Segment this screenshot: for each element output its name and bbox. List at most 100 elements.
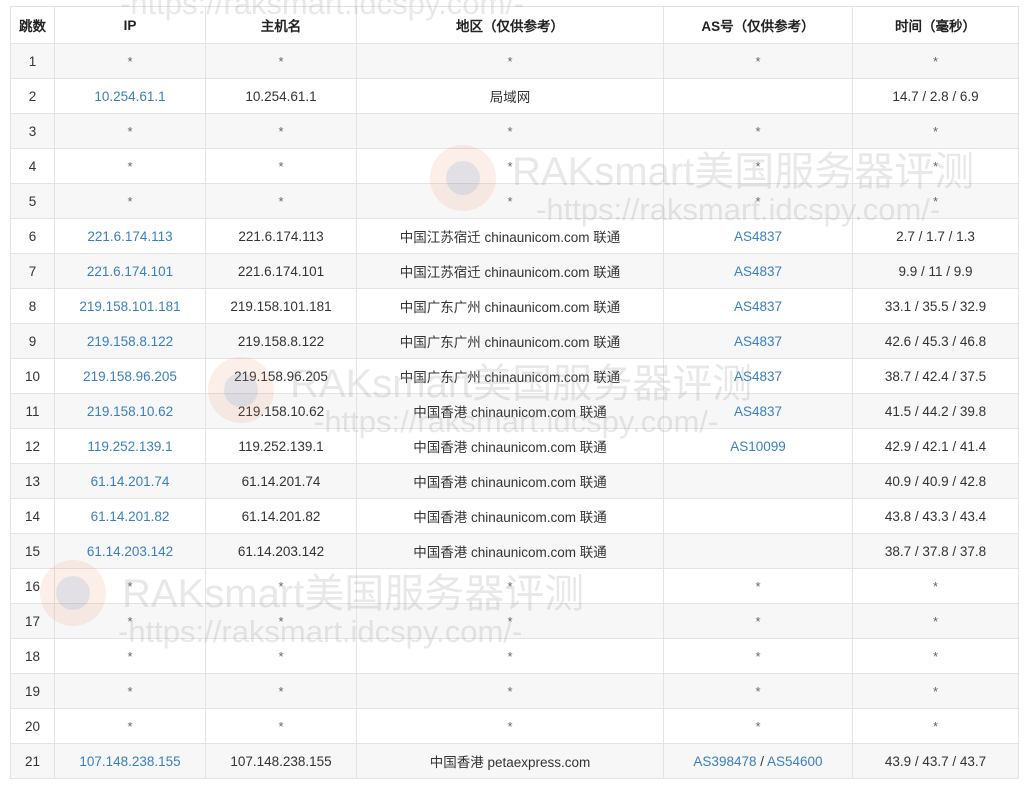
cell-time: * (852, 708, 1019, 744)
cell-as-value[interactable]: AS4837 (734, 334, 782, 349)
cell-as-value[interactable]: AS4837 (734, 264, 782, 279)
cell-as[interactable]: AS4837 (663, 218, 853, 254)
table-row: 6 221.6.174.113 221.6.174.113 中国江苏宿迁 chinau… (10, 218, 1019, 254)
cell-ip[interactable]: 219.158.96.205 (54, 358, 206, 394)
cell-as-value[interactable]: AS4837 (734, 229, 782, 244)
cell-region-value: 中国江苏宿迁 chinaunicom.com 联通 (399, 230, 621, 245)
table-row: 14 61.14.201.82 61.14.201.82 中国香港 chinaunic… (10, 498, 1019, 534)
cell-ip[interactable]: 221.6.174.101 (54, 253, 206, 289)
cell-ip-value: * (127, 578, 133, 594)
cell-region-value: * (507, 53, 513, 69)
cell-ip[interactable]: 221.6.174.113 (54, 218, 206, 254)
cell-time-value: 33.1 / 35.5 / 32.9 (884, 298, 987, 314)
cell-region-value: * (507, 123, 513, 139)
table-row: 19 * * * * * (10, 673, 1019, 709)
cell-region-value: 中国江苏宿迁 chinaunicom.com 联通 (399, 265, 621, 280)
cell-hostname-value: 61.14.201.82 (241, 508, 321, 524)
cell-time-value: * (932, 613, 939, 629)
cell-ip-value[interactable]: 219.158.8.122 (87, 334, 173, 349)
cell-as: * (663, 638, 853, 674)
cell-as-value[interactable]: AS4837 (734, 404, 782, 419)
cell-hop: 20 (10, 708, 55, 744)
cell-time-value: * (932, 193, 939, 209)
cell-hostname: * (205, 148, 357, 184)
cell-ip-value[interactable]: 61.14.201.82 (91, 509, 170, 524)
cell-ip-value[interactable]: 61.14.201.74 (91, 474, 170, 489)
cell-region-value: 中国香港 chinaunicom.com 联通 (413, 440, 607, 455)
cell-ip: * (54, 673, 206, 709)
cell-ip[interactable]: 107.148.238.155 (54, 743, 206, 779)
cell-ip-value[interactable]: 10.254.61.1 (94, 89, 165, 104)
cell-as[interactable]: AS4837 (663, 323, 853, 359)
cell-hop-value: 14 (24, 508, 41, 524)
cell-as-value[interactable]: AS4837 (734, 299, 782, 314)
cell-ip-value[interactable]: 61.14.203.142 (87, 544, 173, 559)
cell-ip-value[interactable]: 119.252.139.1 (87, 439, 172, 454)
cell-ip[interactable]: 119.252.139.1 (54, 428, 206, 464)
cell-hostname-value: 219.158.8.122 (237, 333, 325, 349)
cell-hostname: * (205, 43, 357, 79)
cell-time-value: 2.7 / 1.7 / 1.3 (896, 228, 975, 244)
cell-as[interactable]: AS398478 / AS54600 (663, 743, 853, 779)
cell-hostname: 107.148.238.155 (205, 743, 357, 779)
cell-ip-value[interactable]: 107.148.238.155 (79, 754, 180, 769)
cell-ip[interactable]: 61.14.201.74 (54, 463, 206, 499)
cell-ip[interactable]: 61.14.203.142 (54, 533, 206, 569)
cell-hostname-value: 221.6.174.101 (237, 263, 325, 279)
cell-time-value: * (932, 158, 939, 174)
cell-region: 中国江苏宿迁 chinaunicom.com 联通 (356, 253, 664, 289)
table-row: 21 107.148.238.155 107.148.238.155 中国香港 pet… (10, 743, 1019, 779)
cell-as[interactable]: AS4837 (663, 288, 853, 324)
cell-as-value[interactable]: AS4837 (734, 369, 782, 384)
cell-as (663, 78, 853, 114)
cell-time: * (852, 183, 1019, 219)
cell-ip[interactable]: 219.158.10.62 (54, 393, 206, 429)
cell-ip-value[interactable]: 219.158.101.181 (79, 299, 180, 314)
cell-as[interactable]: AS4837 (663, 358, 853, 394)
cell-as-value[interactable]: AS10099 (730, 439, 786, 454)
table-row: 2 10.254.61.1 10.254.61.1 局域网 14.7 / 2.8 / 6… (10, 78, 1019, 114)
cell-hostname-value: 61.14.201.74 (241, 473, 321, 489)
cell-time: 33.1 / 35.5 / 32.9 (852, 288, 1019, 324)
cell-time: * (852, 638, 1019, 674)
cell-hop: 1 (10, 43, 55, 79)
cell-hop-value: 12 (24, 438, 41, 454)
cell-hostname: 219.158.96.205 (205, 358, 357, 394)
cell-time-value: 40.9 / 40.9 / 42.8 (884, 473, 987, 489)
cell-hop-value: 4 (28, 158, 37, 174)
cell-as (663, 463, 853, 499)
cell-region: 中国香港 chinaunicom.com 联通 (356, 393, 664, 429)
cell-time: 38.7 / 42.4 / 37.5 (852, 358, 1019, 394)
cell-ip-value[interactable]: 219.158.10.62 (87, 404, 173, 419)
cell-hop-value: 18 (24, 648, 41, 664)
cell-hostname: * (205, 568, 357, 604)
cell-hop: 17 (10, 603, 55, 639)
table-row: 13 61.14.201.74 61.14.201.74 中国香港 chinaunic… (10, 463, 1019, 499)
cell-as-value[interactable]: AS398478 (693, 754, 756, 769)
cell-ip[interactable]: 61.14.201.82 (54, 498, 206, 534)
cell-as[interactable]: AS10099 (663, 428, 853, 464)
cell-ip[interactable]: 10.254.61.1 (54, 78, 206, 114)
cell-hostname: 219.158.10.62 (205, 393, 357, 429)
cell-hostname-value: * (278, 123, 284, 139)
cell-time-value: * (932, 578, 939, 594)
cell-ip: * (54, 568, 206, 604)
table-header-row: 跳数 IP 主机名 地区（仅供参考） AS号（仅供参考） 时间（毫秒） (10, 6, 1019, 44)
cell-ip-value[interactable]: 221.6.174.113 (87, 229, 172, 244)
cell-ip[interactable]: 219.158.101.181 (54, 288, 206, 324)
cell-time: 43.9 / 43.7 / 43.7 (852, 743, 1019, 779)
cell-region-value: * (507, 718, 513, 734)
cell-ip-value[interactable]: 219.158.96.205 (83, 369, 177, 384)
cell-region: * (356, 638, 664, 674)
cell-as[interactable]: AS4837 (663, 393, 853, 429)
cell-as: * (663, 43, 853, 79)
cell-as-value[interactable]: AS54600 (767, 754, 823, 769)
cell-as[interactable]: AS4837 (663, 253, 853, 289)
cell-ip-value[interactable]: 221.6.174.101 (87, 264, 173, 279)
cell-region: 中国香港 chinaunicom.com 联通 (356, 533, 664, 569)
cell-hop: 10 (10, 358, 55, 394)
cell-ip-value: * (127, 158, 133, 174)
cell-ip: * (54, 148, 206, 184)
cell-ip[interactable]: 219.158.8.122 (54, 323, 206, 359)
cell-time-value: 43.9 / 43.7 / 43.7 (884, 753, 987, 769)
